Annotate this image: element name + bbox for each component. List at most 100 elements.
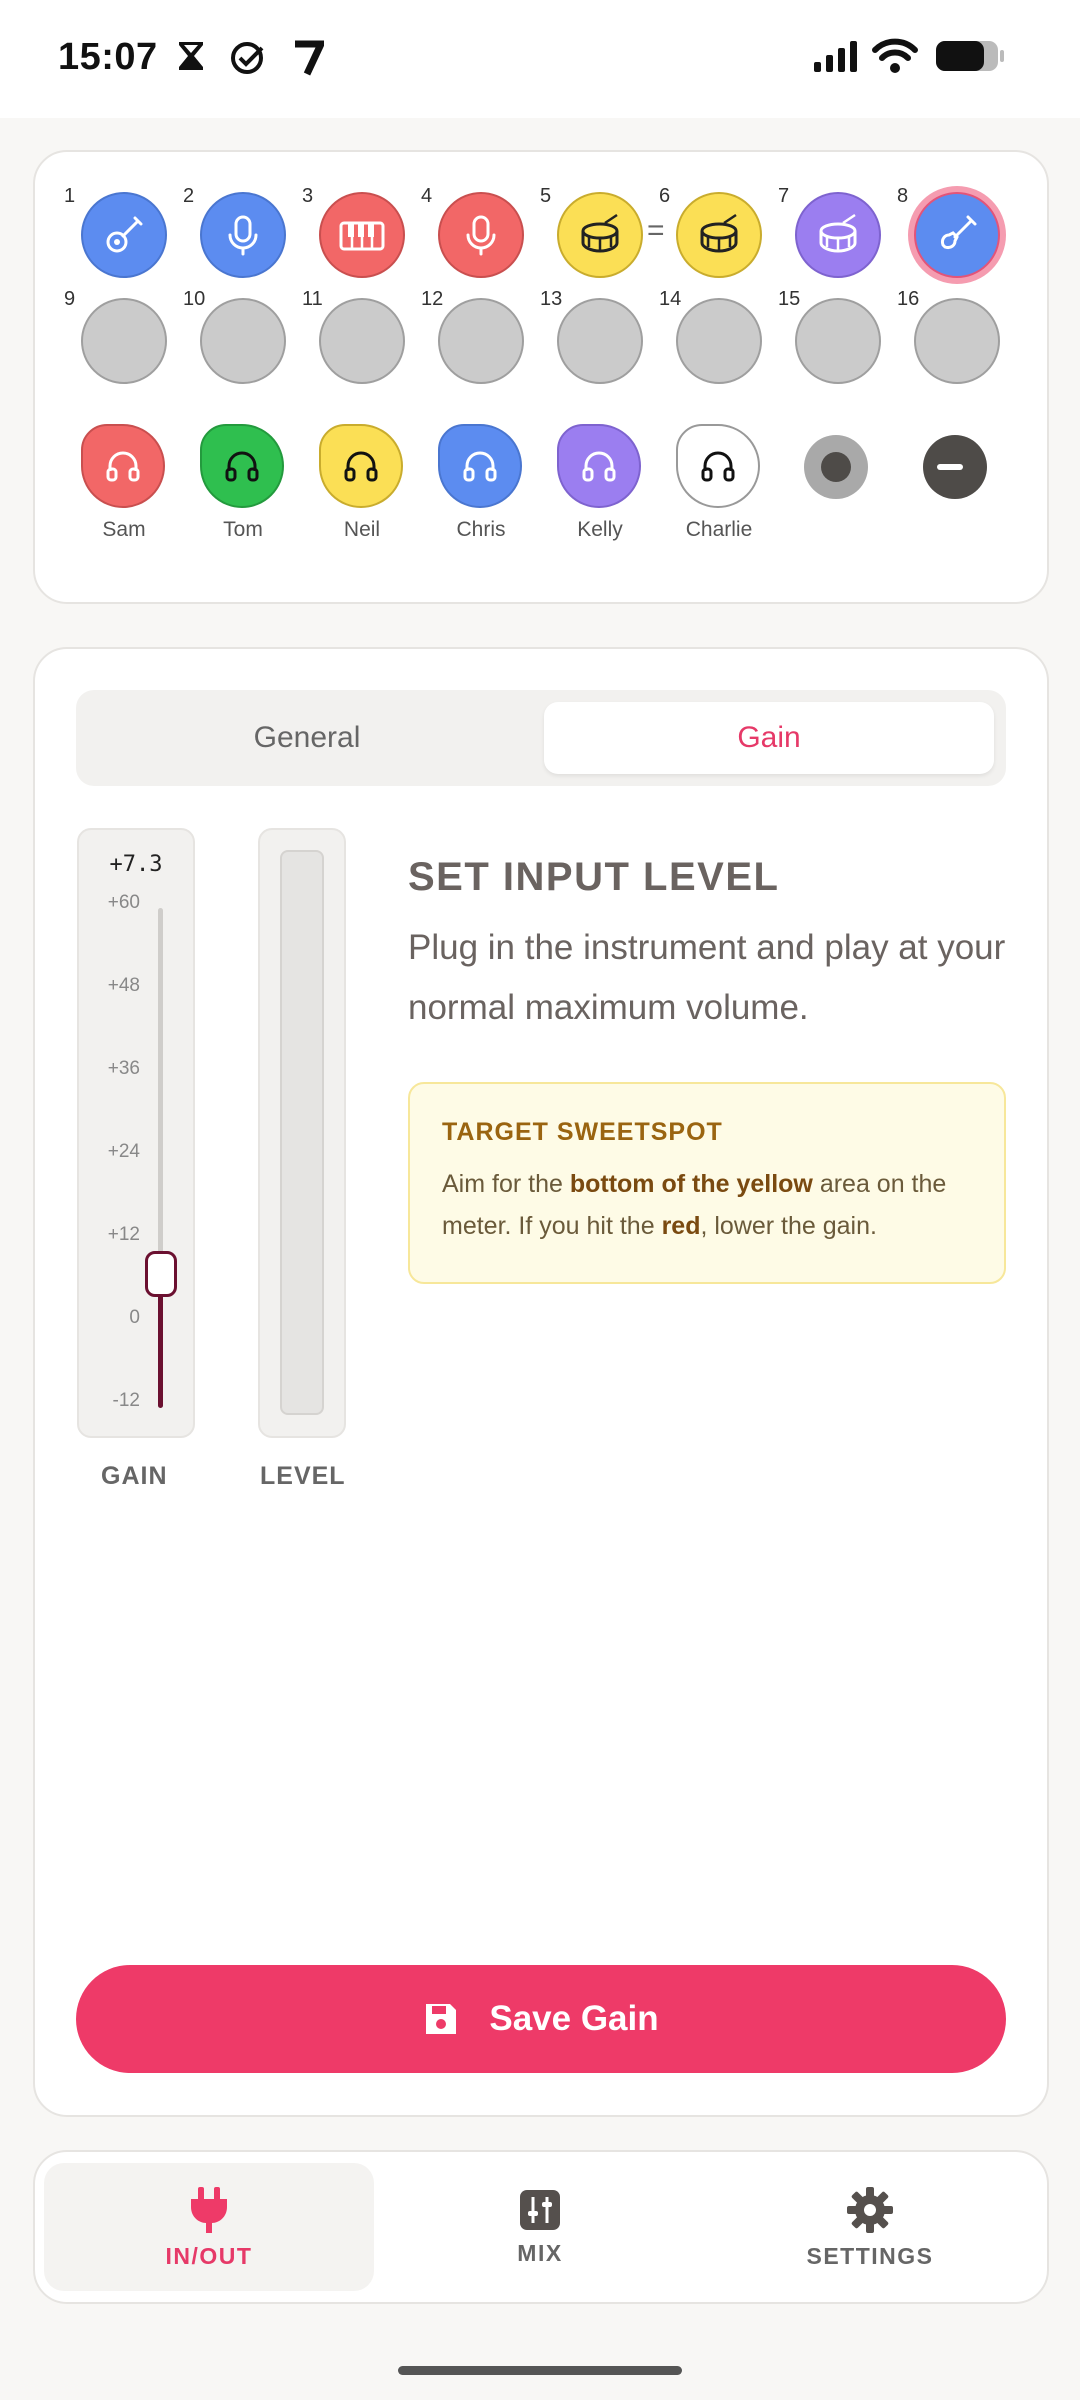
gain-tick-label: -12 bbox=[112, 1390, 140, 1411]
check-circle-icon bbox=[231, 42, 264, 74]
channel-7-button[interactable] bbox=[795, 192, 881, 278]
channel-number: 4 bbox=[421, 185, 433, 207]
battery-icon bbox=[936, 41, 1004, 71]
gain-tick-label: +48 bbox=[107, 975, 140, 996]
remove-output-icon[interactable] bbox=[922, 434, 988, 500]
hourglass-icon bbox=[179, 42, 203, 70]
microphone-icon bbox=[228, 215, 258, 256]
channel-5-button[interactable] bbox=[557, 192, 643, 278]
channel-13-button[interactable] bbox=[557, 298, 643, 384]
channel-number: 12 bbox=[421, 288, 444, 310]
nav-mix[interactable]: MIX bbox=[375, 2163, 705, 2291]
drum-icon bbox=[819, 213, 857, 253]
headphone-mix-neil[interactable] bbox=[319, 424, 403, 508]
wifi-icon bbox=[872, 38, 918, 73]
headphone-mix-label: Kelly bbox=[577, 518, 623, 541]
headphones-icon bbox=[225, 451, 259, 482]
headphone-mix-kelly[interactable] bbox=[557, 424, 641, 508]
gain-tick-label: +24 bbox=[107, 1141, 140, 1162]
nav-in-out-label: IN/OUT bbox=[165, 2242, 253, 2269]
electric-guitar-icon bbox=[941, 215, 977, 249]
channel-16-button[interactable] bbox=[914, 298, 1000, 384]
channel-1-button[interactable] bbox=[81, 192, 167, 278]
channel-9-button[interactable] bbox=[81, 298, 167, 384]
headphone-mix-label: Sam bbox=[102, 518, 146, 541]
headphone-mix-label: Neil bbox=[343, 518, 381, 541]
headphone-mix-sam[interactable] bbox=[81, 424, 165, 508]
gain-tick-label: +12 bbox=[107, 1224, 140, 1245]
channel-link-symbol: = bbox=[647, 214, 665, 247]
channel-2-button[interactable] bbox=[200, 192, 286, 278]
channel-number: 9 bbox=[64, 288, 76, 310]
channel-number: 15 bbox=[778, 288, 801, 310]
save-gain-button[interactable]: Save Gain bbox=[76, 1965, 1006, 2073]
headphones-icon bbox=[701, 451, 735, 482]
record-output-icon[interactable] bbox=[803, 434, 869, 500]
plug-icon bbox=[191, 2186, 227, 2233]
headphones-icon bbox=[582, 451, 616, 482]
gain-slider-thumb[interactable] bbox=[145, 1250, 177, 1297]
channel-6-button[interactable] bbox=[676, 192, 762, 278]
home-indicator[interactable] bbox=[398, 2366, 682, 2375]
app-7-icon bbox=[295, 40, 324, 76]
gain-value: +7.3 bbox=[109, 852, 163, 877]
headphone-mix-label: Tom bbox=[223, 518, 263, 541]
sliders-icon bbox=[520, 2189, 560, 2230]
channel-12-button[interactable] bbox=[438, 298, 524, 384]
channel-number: 2 bbox=[183, 185, 195, 207]
headphones-icon bbox=[463, 451, 497, 482]
keyboard-icon bbox=[339, 221, 385, 251]
status-time: 15:07 bbox=[58, 36, 158, 78]
floppy-disk-icon bbox=[426, 2004, 457, 2034]
channel-number: 16 bbox=[897, 288, 920, 310]
save-gain-label: Save Gain bbox=[489, 1999, 659, 2038]
headphones-icon bbox=[106, 451, 140, 482]
channel-number: 7 bbox=[778, 185, 790, 207]
tip-title: TARGET SWEETSPOT bbox=[442, 1118, 723, 1146]
drum-icon bbox=[700, 213, 738, 253]
tab-gain[interactable]: Gain bbox=[544, 702, 994, 774]
tip-body: Aim for the bottom of the yellow area on… bbox=[442, 1170, 947, 1240]
instructions-body: Plug in the instrument and play at your … bbox=[408, 928, 1006, 1027]
drum-icon bbox=[581, 213, 619, 253]
headphone-mix-label: Chris bbox=[456, 518, 506, 541]
headphone-mix-label: Charlie bbox=[685, 518, 753, 541]
channel-number: 11 bbox=[302, 288, 323, 310]
level-meter-bar bbox=[280, 850, 324, 1415]
headphone-mix-charlie[interactable] bbox=[676, 424, 760, 508]
channel-number: 10 bbox=[183, 288, 206, 310]
tab-general[interactable]: General bbox=[82, 702, 532, 774]
channel-3-button[interactable] bbox=[319, 192, 405, 278]
gear-icon bbox=[847, 2186, 893, 2233]
channel-number: 13 bbox=[540, 288, 563, 310]
sweetspot-tip: TARGET SWEETSPOT Aim for the bottom of t… bbox=[408, 1082, 1006, 1284]
headphone-mix-chris[interactable] bbox=[438, 424, 522, 508]
gain-tick-label: +36 bbox=[107, 1058, 140, 1079]
level-label: LEVEL bbox=[260, 1462, 346, 1490]
nav-settings-label: SETTINGS bbox=[806, 2242, 934, 2269]
channel-11-button[interactable] bbox=[319, 298, 405, 384]
gain-tick-label: +60 bbox=[107, 892, 140, 913]
nav-settings[interactable]: SETTINGS bbox=[705, 2163, 1035, 2291]
headphones-icon bbox=[344, 451, 378, 482]
channel-number: 6 bbox=[659, 185, 671, 207]
channel-14-button[interactable] bbox=[676, 298, 762, 384]
channel-number: 5 bbox=[540, 185, 552, 207]
status-bar: 15:07 bbox=[0, 0, 1080, 118]
gain-tick-label: 0 bbox=[129, 1307, 140, 1328]
channel-15-button[interactable] bbox=[795, 298, 881, 384]
channel-10-button[interactable] bbox=[200, 298, 286, 384]
channel-8-button[interactable] bbox=[914, 192, 1000, 278]
channel-number: 1 bbox=[64, 185, 76, 207]
gain-slider-panel bbox=[77, 828, 195, 1438]
channel-number: 14 bbox=[659, 288, 682, 310]
nav-mix-label: MIX bbox=[517, 2239, 563, 2266]
gain-label: GAIN bbox=[101, 1462, 168, 1490]
headphone-mix-tom[interactable] bbox=[200, 424, 284, 508]
signal-icon bbox=[814, 41, 857, 72]
acoustic-guitar-icon bbox=[106, 216, 143, 253]
nav-in-out[interactable]: IN/OUT bbox=[44, 2163, 374, 2291]
channel-4-button[interactable] bbox=[438, 192, 524, 278]
instructions-title: SET INPUT LEVEL bbox=[408, 855, 780, 899]
channel-number: 3 bbox=[302, 185, 314, 207]
